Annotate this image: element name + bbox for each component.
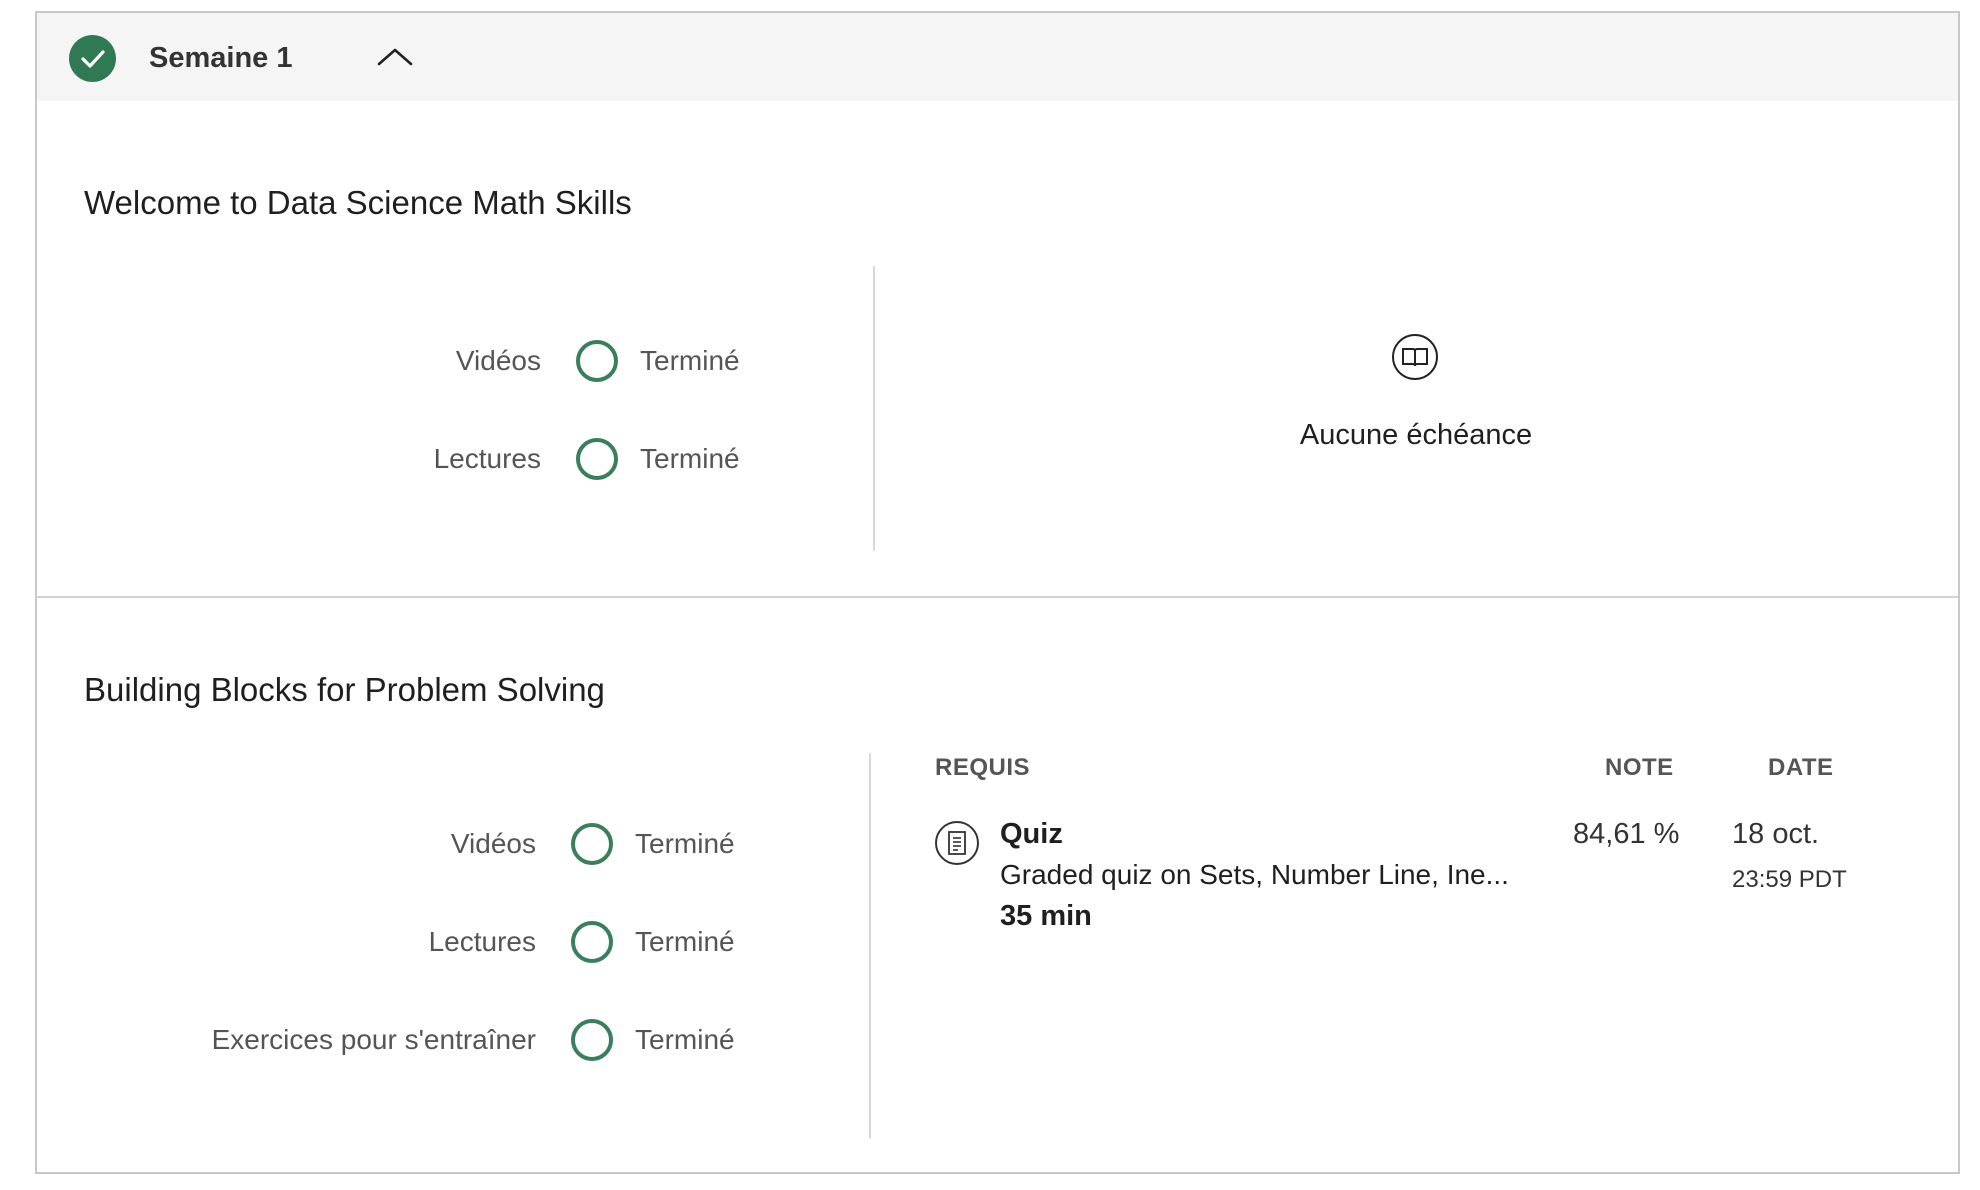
progress-row-exercises: Exercices pour s'entraîner Terminé (37, 1018, 757, 1062)
progress-ring-icon (576, 340, 618, 382)
check-icon (69, 35, 116, 82)
no-deadline-text: Aucune échéance (1299, 419, 1533, 451)
module-title[interactable]: Building Blocks for Problem Solving (84, 671, 605, 709)
quiz-description: Graded quiz on Sets, Number Line, Ine... (1000, 859, 1509, 890)
vertical-divider (869, 753, 871, 1138)
column-header-date: DATE (1768, 754, 1834, 781)
progress-status: Terminé (635, 828, 735, 859)
progress-label: Lectures (433, 443, 541, 474)
progress-ring-icon (571, 1019, 613, 1061)
progress-label: Exercices pour s'entraîner (211, 1024, 536, 1055)
column-header-grade: NOTE (1605, 754, 1674, 781)
week-header[interactable]: Semaine 1 (37, 13, 1958, 101)
chevron-up-icon (377, 48, 413, 66)
progress-label: Lectures (428, 926, 536, 957)
quiz-grade: 84,61 % (1573, 818, 1680, 850)
module-section: Building Blocks for Problem Solving Vidé… (37, 598, 1958, 1174)
progress-row-readings: Lectures Terminé (37, 437, 757, 481)
progress-label: Vidéos (455, 345, 541, 376)
book-icon (1392, 334, 1438, 380)
progress-status: Terminé (635, 1024, 735, 1055)
progress-ring-icon (571, 921, 613, 963)
collapse-button[interactable] (373, 39, 417, 75)
week-title: Semaine 1 (149, 42, 293, 74)
progress-label: Vidéos (450, 828, 536, 859)
progress-status: Terminé (635, 926, 735, 957)
progress-status: Terminé (640, 443, 740, 474)
quiz-due-time: 23:59 PDT (1732, 866, 1847, 893)
quiz-icon (935, 821, 979, 865)
module-section: Welcome to Data Science Math Skills Vidé… (37, 101, 1958, 598)
progress-row-videos: Vidéos Terminé (37, 339, 757, 383)
quiz-duration: 35 min (1000, 900, 1092, 932)
column-header-required: REQUIS (935, 754, 1031, 781)
quiz-due-date: 18 oct. (1732, 818, 1820, 850)
progress-ring-icon (571, 823, 613, 865)
progress-ring-icon (576, 438, 618, 480)
vertical-divider (873, 266, 875, 551)
module-title[interactable]: Welcome to Data Science Math Skills (84, 184, 632, 222)
progress-status: Terminé (640, 345, 740, 376)
progress-row-videos: Vidéos Terminé (37, 822, 757, 866)
week-card: Semaine 1 Welcome to Data Science Math S… (35, 11, 1960, 1174)
quiz-title-link[interactable]: Quiz (1000, 818, 1063, 851)
progress-row-readings: Lectures Terminé (37, 920, 757, 964)
